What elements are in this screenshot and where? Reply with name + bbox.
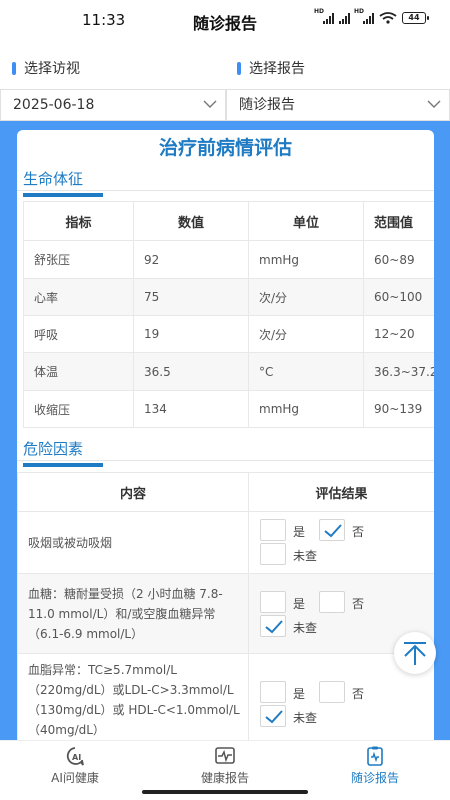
table-row: 呼吸 19 次/分 12~20 [23,315,434,353]
report-select-value: 随诊报告 [239,97,295,113]
tab-label: 随诊报告 [350,771,399,785]
option-yes-label: 是 [293,597,306,611]
table-row: 心率 75 次/分 60~100 [23,278,434,316]
home-indicator [142,790,308,794]
tab-ai-health[interactable]: AI AI问健康 [0,745,150,786]
risks-divider [17,460,434,461]
hd-signal-icon-2: HD [354,8,374,24]
table-cell: 92 [133,240,249,279]
risk-content: 血糖：糖耐量受损（2 小时血糖 7.8-11.0 mmol/L）和/或空腹血糖异… [17,573,249,654]
column-header: 单位 [248,201,364,241]
column-header: 数值 [133,201,249,241]
risk-content: 吸烟或被动吸烟 [17,511,249,574]
risk-content: 血脂异常：TC≥5.7mmol/L （220mg/dL）或LDL-C>3.3mm… [17,653,249,740]
selector-labels: 选择访视 选择报告 [0,58,450,80]
checkbox-unchecked[interactable] [260,615,286,637]
option-unchecked-label: 未查 [293,549,318,563]
tab-follow-up-report[interactable]: 随诊报告 [300,745,450,786]
table-cell: 体温 [23,352,134,391]
table-row: 体温 36.5 °C 36.3~37.2 [23,352,434,391]
table-cell: mmHg [248,240,364,279]
risks-heading: 危险因素 [23,438,103,467]
checkbox-yes[interactable] [260,681,286,703]
table-cell: 75 [133,278,249,316]
risks-table: 内容 评估结果 吸烟或被动吸烟 是 否 未查 血糖：糖耐量受损（2 小时血糖 7… [17,472,434,740]
option-no-label: 否 [352,525,365,539]
risk-result: 是 否 未查 [248,511,434,574]
table-cell: 36.3~37.2 [363,352,434,391]
table-row: 血糖：糖耐量受损（2 小时血糖 7.8-11.0 mmol/L）和/或空腹血糖异… [17,573,434,654]
option-no-label: 否 [352,597,365,611]
table-cell: °C [248,352,364,391]
vitals-heading: 生命体征 [23,168,103,197]
table-row: 血脂异常：TC≥5.7mmol/L （220mg/dL）或LDL-C>3.3mm… [17,653,434,740]
option-unchecked-label: 未查 [293,621,318,635]
check-icon [265,710,283,724]
checkbox-unchecked[interactable] [260,705,286,727]
checkbox-no[interactable] [319,681,345,703]
table-cell: 次/分 [248,278,364,316]
hd-signal-icon: HD [314,8,334,24]
checkbox-unchecked[interactable] [260,543,286,565]
card-title: 治疗前病情评估 [158,137,292,159]
report-card[interactable]: 治疗前病情评估 生命体征 指标 数值 单位 范围值 舒张压 92 mmHg 60… [17,130,434,740]
table-cell: 90~139 [363,390,434,428]
visit-select-value: 2025-06-18 [13,97,95,113]
table-cell: mmHg [248,390,364,428]
tab-label: AI问健康 [51,771,99,785]
table-cell: 19 [133,315,249,353]
check-icon [324,524,342,538]
svg-text:AI: AI [72,753,81,762]
table-cell: 134 [133,390,249,428]
heartbeat-monitor-icon [215,747,235,764]
checkbox-yes[interactable] [260,591,286,613]
option-unchecked-label: 未查 [293,711,318,725]
checkbox-yes[interactable] [260,519,286,541]
table-cell: 60~89 [363,240,434,279]
status-bar: 11:33 随诊报告 HD HD 44 [0,0,450,40]
report-select[interactable]: 随诊报告 [226,89,450,121]
vitals-table: 指标 数值 单位 范围值 舒张压 92 mmHg 60~89 心率 75 次/分… [23,201,434,428]
table-cell: 36.5 [133,352,249,391]
visit-label: 选择访视 [12,58,80,78]
vitals-divider [17,190,434,191]
option-no-label: 否 [352,687,365,701]
chevron-down-icon [427,100,441,108]
check-icon [265,620,283,634]
table-cell: 心率 [23,278,134,316]
column-header: 范围值 [363,201,434,241]
table-cell: 收缩压 [23,390,134,428]
checkbox-no[interactable] [319,591,345,613]
status-icons: HD HD 44 [314,8,429,24]
clipboard-report-icon [367,746,383,766]
table-cell: 舒张压 [23,240,134,279]
report-label: 选择报告 [237,58,305,78]
ai-chat-icon: AI [66,747,84,766]
visit-select[interactable]: 2025-06-18 [0,89,226,121]
table-cell: 12~20 [363,315,434,353]
option-yes-label: 是 [293,525,306,539]
column-header: 内容 [17,472,249,512]
checkbox-no[interactable] [319,519,345,541]
tab-health-report[interactable]: 健康报告 [150,745,300,786]
chevron-down-icon [203,100,217,108]
option-yes-label: 是 [293,687,306,701]
table-cell: 呼吸 [23,315,134,353]
table-row: 收缩压 134 mmHg 90~139 [23,390,434,428]
column-header: 指标 [23,201,134,241]
table-row: 舒张压 92 mmHg 60~89 [23,240,434,279]
arrow-up-icon [404,642,426,665]
table-row: 吸烟或被动吸烟 是 否 未查 [17,511,434,574]
column-header: 评估结果 [248,472,434,512]
back-to-top-button[interactable] [394,632,436,674]
tab-label: 健康报告 [200,771,249,785]
wifi-icon [379,12,397,24]
battery-icon: 44 [402,12,429,24]
signal-icon [339,12,350,24]
table-cell: 60~100 [363,278,434,316]
table-cell: 次/分 [248,315,364,353]
